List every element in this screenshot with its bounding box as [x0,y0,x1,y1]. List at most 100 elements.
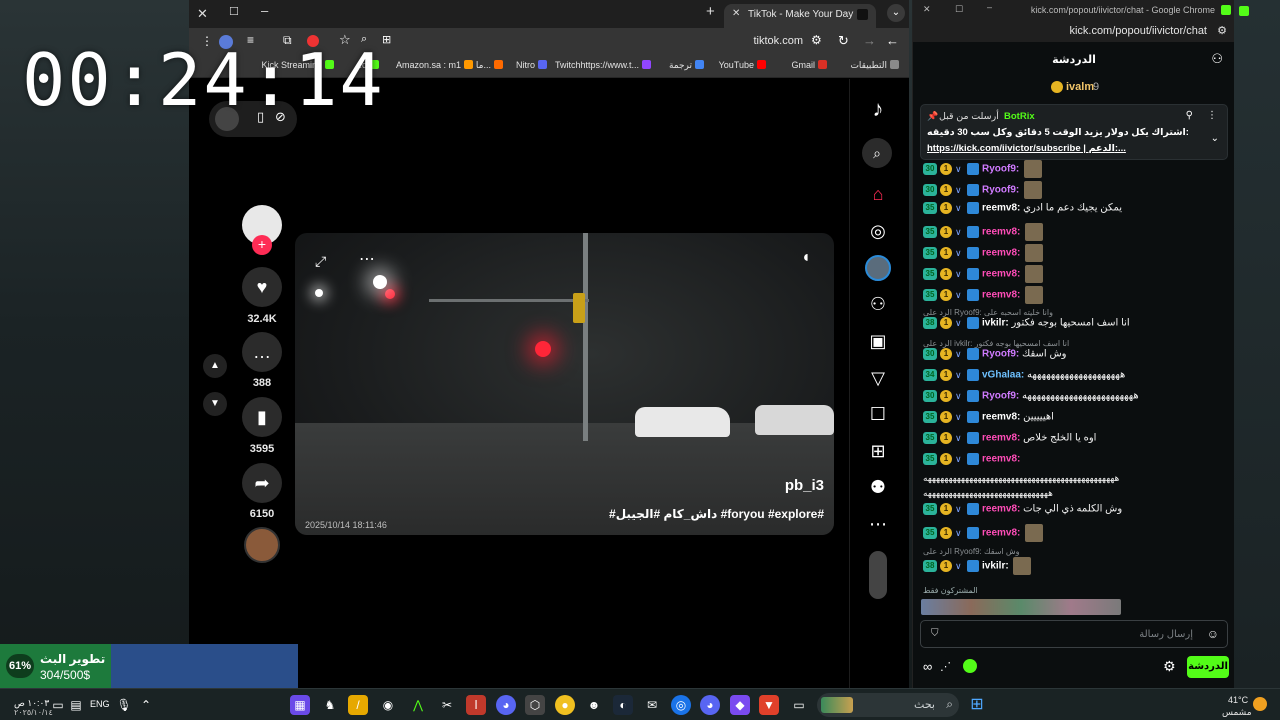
video-caption[interactable]: #داش_كام #الجيبل #foryou #explore# [609,507,824,521]
discord-2-icon[interactable]: ◕ [700,695,720,715]
chat-message[interactable]: 30 1 ∨ Ryoof9: [923,181,1228,201]
expand-icon[interactable]: ⤢ [315,253,326,270]
volume-icon[interactable]: ◖ [801,249,811,267]
bookmark-amazon[interactable]: Amazon.sa : m1 [396,60,473,70]
steam-icon[interactable]: ◐ [613,695,633,715]
infinity-icon[interactable]: ∞ [923,659,932,674]
chat-username[interactable]: Ryoof9: [982,164,1019,175]
chat-message[interactable]: 38 1 ∨ ivkilr: [923,557,1228,577]
chat-username[interactable]: reemv8: [982,227,1020,238]
tray-overflow-icon[interactable]: ⌃ [136,695,156,715]
language-indicator[interactable]: ENG [90,699,110,709]
chrome-icon[interactable]: ◎ [671,695,691,715]
tiktok-logo-icon[interactable]: ♪ [865,96,891,122]
site-settings-icon[interactable]: ⚙ [1217,24,1227,37]
chat-message[interactable]: 35 1 ∨ reemv8: يمكن يجيك دعم ما ادري [923,202,1228,222]
previous-video-button[interactable]: ▲ [203,354,227,378]
app-ghost-icon[interactable]: ♞ [320,695,340,715]
expand-pinned-icon[interactable]: ⌄ [1211,133,1219,144]
windows-start-icon[interactable]: ⊞ [967,695,987,715]
discord-icon[interactable]: ◕ [496,695,516,715]
bookmark-misc[interactable]: ما... [476,60,503,71]
inbox-icon[interactable]: ☐ [865,401,891,427]
app-window-icon[interactable]: ▭ [789,695,809,715]
chat-username[interactable]: reemv8: [982,290,1020,301]
chat-username[interactable]: ivkilr: [982,318,1009,329]
following-icon[interactable]: ⚇ [865,291,891,317]
chat-username[interactable]: reemv8: [982,454,1020,465]
minimize-icon[interactable]: – [261,3,268,18]
reply-reference[interactable]: الرد على Ryoof9: وش اسقك [923,547,1228,556]
kick-points-icon[interactable] [963,659,977,673]
home-icon[interactable]: ⌂ [865,181,891,207]
chat-username[interactable]: Ryoof9: [982,349,1019,360]
microphone-icon[interactable]: 🎙 [114,695,134,715]
app-green-icon[interactable]: ⋀ [408,695,428,715]
app-obs-icon[interactable]: ◉ [378,695,398,715]
tab-tiktok[interactable]: ✕ TikTok - Make Your Day [724,4,876,28]
more-icon[interactable]: ⋯ [865,511,891,537]
chat-message[interactable]: 35 1 ∨ reemv8: [923,244,1228,264]
address-bar[interactable]: tiktok.com [753,35,803,47]
video-username[interactable]: pb_i3 [785,477,824,494]
chat-username[interactable]: reemv8: [982,504,1020,515]
bookmark-twitch[interactable]: Twitchhttps://www.t... [555,60,651,70]
chat-message[interactable]: 35 1 ∨ reemv8: [923,223,1228,243]
share-button[interactable]: ➦ [242,463,282,503]
friends-icon[interactable]: ⚉ [865,474,891,500]
chat-username[interactable]: reemv8: [982,248,1020,259]
bookmark-apps[interactable]: التطبيقات [850,60,899,71]
app-capcut-icon[interactable]: ✂ [437,695,457,715]
live-tv-icon[interactable]: ▣ [865,328,891,354]
users-icon[interactable]: ⚇ [1211,51,1223,67]
reply-reference[interactable]: الرد على ivkilr: انا اسف امسحيها بوجه فك… [923,339,1228,348]
clock-date[interactable]: ٢٠٢٥/١٠/١٤ [14,708,53,717]
chat-username[interactable]: reemv8: [982,412,1020,423]
chat-message[interactable]: 35 1 ∨ reemv8: وش الكلمه ذي الي جات [923,503,1228,523]
close-window-icon[interactable]: ✕ [197,6,208,22]
chat-username[interactable]: Ryoof9: [982,185,1019,196]
reload-icon[interactable]: ↻ [838,33,849,49]
chat-username[interactable]: Ryoof9: [982,391,1019,402]
comment-button[interactable]: … [242,332,282,372]
pinned-menu-icon[interactable]: ⋮ [1207,110,1217,121]
video-player[interactable]: ⤢ ⋯ ◖ pb_i3 #داش_كام #الجيبل #foryou #ex… [295,233,834,535]
profile-avatar-nav[interactable] [865,255,891,281]
chat-message[interactable]: 30 1 ∨ Ryoof9: وش اسقك [923,348,1228,368]
upload-icon[interactable]: ⊞ [865,438,891,464]
reply-reference[interactable]: الرد على Ryoof9: وانا خليته اسحبه على [923,308,1228,317]
network-icon[interactable]: ▤ [66,695,86,715]
weather-temp[interactable]: 41°C [1228,695,1248,705]
new-tab-icon[interactable]: + [706,3,715,20]
maximize-icon[interactable]: ☐ [955,4,963,15]
bookmark-gmail[interactable]: Gmail [791,60,827,70]
app-red-icon[interactable]: ا [466,695,486,715]
chat-message[interactable]: 35 1 ∨ reemv8: [923,453,1228,473]
forward-icon[interactable]: → [863,33,876,48]
bookmark-translate[interactable]: ترجمة [669,60,704,71]
chat-settings-icon[interactable]: ⚙ [1163,658,1176,675]
chat-message[interactable]: 35 1 ∨ reemv8: اوه يا الخلج خلاص [923,432,1228,452]
chat-message[interactable]: 30 1 ∨ Ryoof9: [923,160,1228,180]
share-nodes-icon[interactable]: ⋰ [940,660,951,673]
chat-username[interactable]: reemv8: [982,433,1020,444]
app-yellow-round-icon[interactable]: ● [555,695,575,715]
chat-message[interactable]: 38 1 ∨ ivkilr: انا اسف امسحيها بوجه فكتور [923,317,1228,337]
maximize-icon[interactable]: ☐ [229,5,239,18]
app-cube-icon[interactable]: ⬡ [525,695,545,715]
tab-close-icon[interactable]: ✕ [732,8,740,19]
back-icon[interactable]: ← [886,33,899,48]
emote-picker-icon[interactable]: ⛉ [931,628,939,639]
chat-input[interactable]: ⛉ إرسال رسالة ☺ [920,620,1228,648]
messages-icon[interactable]: ▽ [865,365,891,391]
unpin-icon[interactable]: ⚲ [1186,110,1193,121]
notification-icon[interactable]: ▭ [48,695,68,715]
chat-username[interactable]: ivkilr: [982,561,1009,572]
following-avatars[interactable] [869,551,887,599]
chat-username[interactable]: reemv8: [982,269,1020,280]
brave-icon[interactable]: ▼ [759,695,779,715]
app-purple-icon[interactable]: ◆ [730,695,750,715]
app-mail-icon[interactable]: ✉ [642,695,662,715]
search-icon[interactable]: ⌕ [862,138,892,168]
chat-message[interactable]: 35 1 ∨ reemv8: [923,265,1228,285]
